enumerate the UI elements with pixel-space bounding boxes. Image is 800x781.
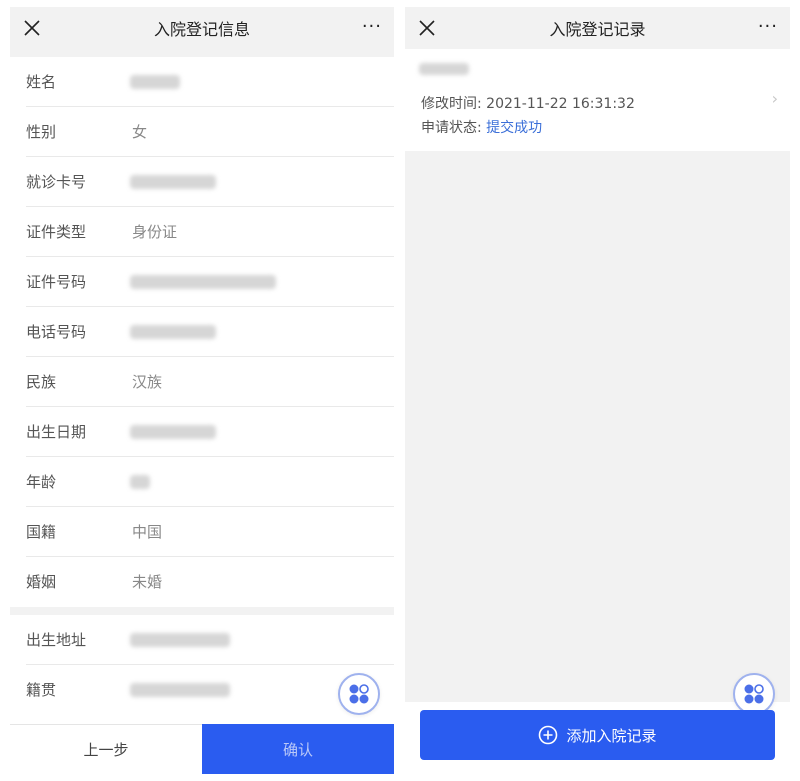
blurred-value (130, 275, 276, 289)
field-row-ethnicity: 民族 汉族 (10, 357, 394, 407)
confirm-button[interactable]: 确认 (202, 724, 394, 774)
field-label: 就诊卡号 (26, 173, 87, 191)
modified-time-value: 2021-11-22 16:31:32 (486, 96, 635, 112)
field-label: 证件号码 (26, 273, 87, 291)
status-value: 提交成功 (486, 120, 543, 136)
blurred-value (130, 633, 230, 647)
field-row-age: 年龄 (10, 457, 394, 507)
header-bar: 入院登记信息 ··· (10, 7, 394, 49)
field-value: 未婚 (132, 573, 163, 591)
close-icon[interactable] (415, 16, 439, 40)
clover-icon (744, 684, 764, 704)
field-label: 婚姻 (26, 573, 57, 591)
blurred-value (130, 475, 150, 489)
blurred-name (419, 63, 469, 75)
field-label: 证件类型 (26, 223, 87, 241)
previous-step-button[interactable]: 上一步 (10, 724, 202, 774)
add-button-label: 添加入院记录 (566, 726, 657, 745)
plus-circle-icon (539, 725, 558, 745)
field-row-birth-address: 出生地址 (10, 615, 394, 665)
field-row-card-number: 就诊卡号 (10, 157, 394, 207)
blurred-value (130, 75, 180, 89)
field-label: 出生地址 (26, 631, 87, 649)
field-value: 女 (132, 123, 148, 141)
field-label: 年龄 (26, 473, 57, 491)
floating-service-button[interactable] (733, 673, 775, 715)
floating-service-button[interactable] (338, 673, 380, 715)
add-admission-record-button[interactable]: 添加入院记录 (420, 710, 775, 760)
field-label: 出生日期 (26, 423, 87, 441)
close-icon[interactable] (20, 16, 44, 40)
blurred-value (130, 175, 216, 189)
field-row-marital-status: 婚姻 未婚 (10, 557, 394, 607)
field-label: 姓名 (26, 73, 57, 91)
more-menu-icon[interactable]: ··· (758, 15, 778, 39)
field-label: 民族 (26, 373, 57, 391)
field-row-gender: 性别 女 (10, 107, 394, 157)
status-row: 申请状态: 提交成功 (421, 117, 542, 137)
record-item[interactable]: 修改时间: 2021-11-22 16:31:32 申请状态: 提交成功 › (405, 49, 790, 151)
status-label: 申请状态: (421, 120, 482, 136)
header-bar: 入院登记记录 ··· (405, 7, 790, 49)
field-row-birth-date: 出生日期 (10, 407, 394, 457)
more-menu-icon[interactable]: ··· (362, 15, 382, 39)
blurred-value (130, 325, 216, 339)
page-title: 入院登记记录 (549, 20, 646, 39)
field-label: 国籍 (26, 523, 57, 541)
registration-records-screen: 入院登记记录 ··· 修改时间: 2021-11-22 16:31:32 申请状… (405, 7, 790, 774)
field-value: 汉族 (132, 373, 163, 391)
chevron-right-icon: › (771, 89, 778, 108)
page-title: 入院登记信息 (153, 20, 250, 39)
blurred-value (130, 425, 216, 439)
field-row-id-number: 证件号码 (10, 257, 394, 307)
field-value: 身份证 (132, 223, 178, 241)
modified-time-row: 修改时间: 2021-11-22 16:31:32 (421, 93, 635, 113)
field-label: 籍贯 (26, 681, 57, 699)
field-row-phone: 电话号码 (10, 307, 394, 357)
modified-time-label: 修改时间: (421, 96, 482, 112)
section-divider (10, 49, 394, 57)
registration-info-screen: 入院登记信息 ··· 姓名 性别 女 就诊卡号 证件类型 身份证 证件号码 电话… (10, 7, 394, 774)
field-row-nationality: 国籍 中国 (10, 507, 394, 557)
action-bar: 上一步 确认 (10, 724, 394, 774)
field-value: 中国 (132, 523, 163, 541)
field-label: 电话号码 (26, 323, 87, 341)
blurred-value (130, 683, 230, 697)
field-row-id-type: 证件类型 身份证 (10, 207, 394, 257)
field-row-native-place: 籍贯 (10, 665, 394, 715)
section-divider (10, 607, 394, 615)
clover-icon (349, 684, 369, 704)
field-label: 性别 (26, 123, 57, 141)
field-row-name: 姓名 (10, 57, 394, 107)
